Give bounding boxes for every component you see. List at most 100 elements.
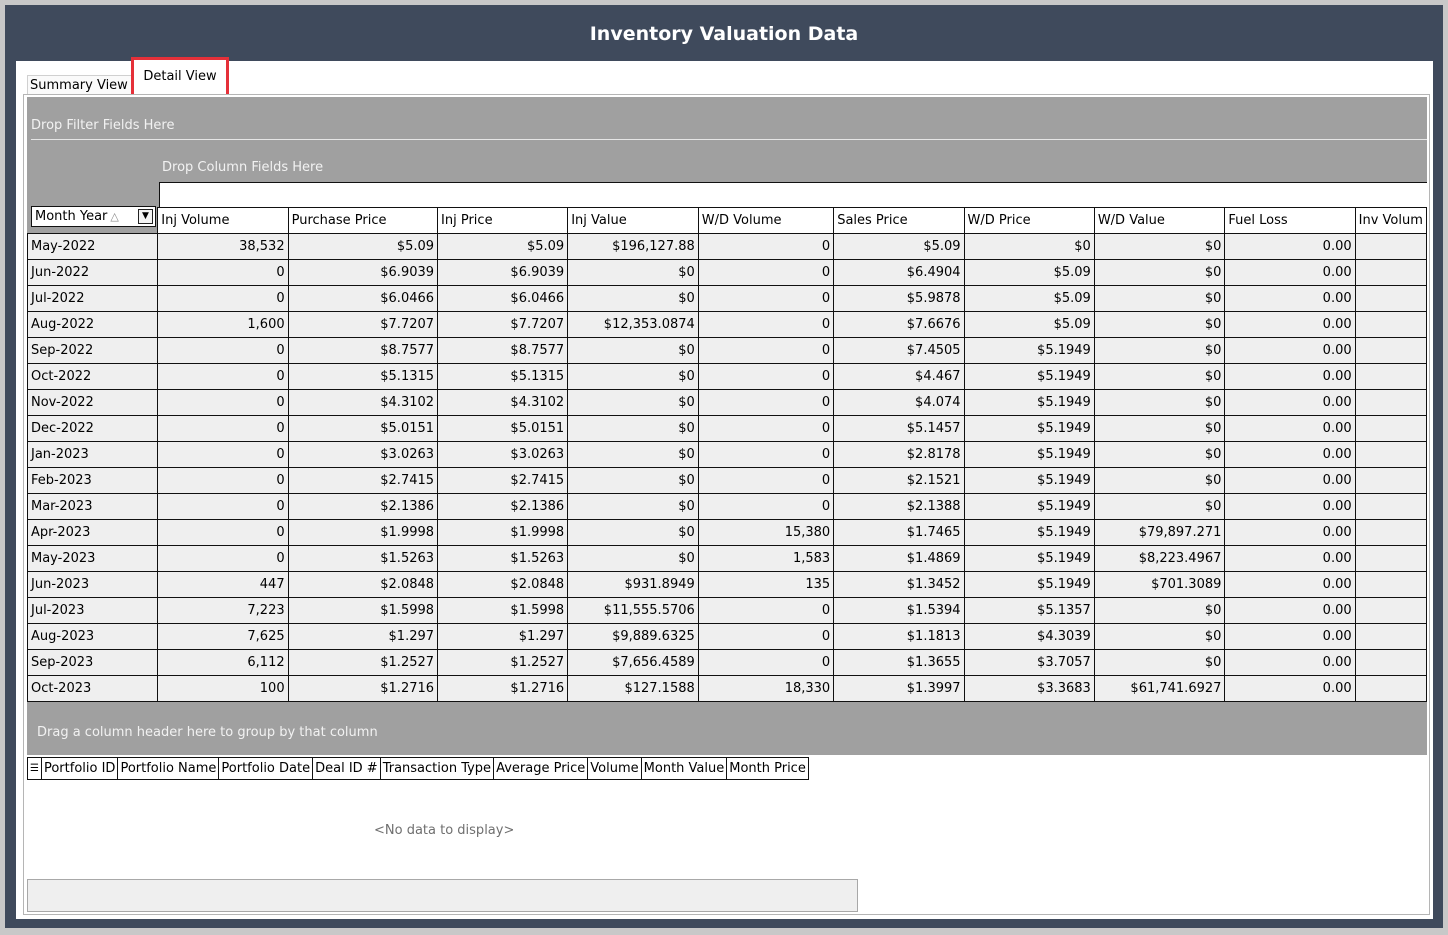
table-cell[interactable]: $0 (567, 493, 699, 520)
table-cell[interactable]: $2.1386 (287, 493, 439, 520)
table-cell[interactable]: 0 (697, 389, 835, 416)
table-cell[interactable]: $2.1521 (833, 467, 965, 494)
table-cell[interactable]: $5.1315 (437, 363, 569, 390)
row-header[interactable]: Sep-2023 (27, 649, 159, 676)
table-cell[interactable]: 15,380 (697, 519, 835, 546)
table-cell[interactable] (1354, 415, 1427, 442)
table-cell[interactable]: $4.3102 (437, 389, 569, 416)
column-header[interactable]: Purchase Price (287, 207, 439, 234)
table-cell[interactable]: $4.3039 (963, 623, 1095, 650)
table-cell[interactable]: $79,897.271 (1093, 519, 1226, 546)
table-cell[interactable]: $196,127.88 (567, 233, 699, 260)
table-cell[interactable]: $1.2527 (437, 649, 569, 676)
table-cell[interactable]: $6.9039 (287, 259, 439, 286)
table-cell[interactable]: 0 (697, 415, 835, 442)
row-header[interactable]: Mar-2023 (27, 493, 159, 520)
row-header[interactable]: Apr-2023 (27, 519, 159, 546)
table-cell[interactable]: $5.09 (287, 233, 439, 260)
row-header[interactable]: Jul-2023 (27, 597, 159, 624)
row-header[interactable]: Aug-2023 (27, 623, 159, 650)
table-cell[interactable]: 18,330 (697, 675, 835, 702)
table-cell[interactable]: 0.00 (1224, 571, 1356, 598)
table-cell[interactable]: $5.1949 (963, 545, 1095, 572)
table-cell[interactable] (1354, 519, 1427, 546)
table-cell[interactable]: $1.9998 (437, 519, 569, 546)
table-cell[interactable]: $0 (1093, 311, 1226, 338)
column-header[interactable]: W/D Value (1093, 207, 1226, 234)
table-cell[interactable]: 0 (697, 493, 835, 520)
table-cell[interactable]: $6.4904 (833, 259, 965, 286)
table-cell[interactable]: 1,600 (157, 311, 289, 338)
table-cell[interactable]: $0 (567, 389, 699, 416)
table-cell[interactable]: $4.3102 (287, 389, 439, 416)
row-header[interactable]: Nov-2022 (27, 389, 159, 416)
table-cell[interactable]: 0 (157, 441, 289, 468)
table-cell[interactable]: $1.297 (287, 623, 439, 650)
table-cell[interactable]: 0 (157, 519, 289, 546)
table-cell[interactable]: $1.5394 (833, 597, 965, 624)
table-cell[interactable]: $0 (567, 415, 699, 442)
table-cell[interactable]: $3.0263 (287, 441, 439, 468)
table-cell[interactable]: $12,353.0874 (567, 311, 699, 338)
table-cell[interactable]: $5.1315 (287, 363, 439, 390)
table-cell[interactable]: 0 (697, 337, 835, 364)
table-cell[interactable]: $5.1949 (963, 415, 1095, 442)
table-cell[interactable]: 1,583 (697, 545, 835, 572)
table-cell[interactable]: $0 (567, 519, 699, 546)
table-cell[interactable]: 0 (157, 545, 289, 572)
row-header[interactable]: Oct-2022 (27, 363, 159, 390)
table-cell[interactable] (1354, 493, 1427, 520)
table-cell[interactable]: 38,532 (157, 233, 289, 260)
row-header[interactable]: Feb-2023 (27, 467, 159, 494)
table-cell[interactable]: $0 (1093, 415, 1226, 442)
table-cell[interactable]: 0 (697, 441, 835, 468)
table-cell[interactable] (1354, 649, 1427, 676)
table-cell[interactable]: $0 (963, 233, 1095, 260)
table-cell[interactable]: 0 (157, 467, 289, 494)
table-cell[interactable]: 0 (157, 415, 289, 442)
detail-column-header[interactable]: Transaction Type (379, 757, 495, 780)
table-cell[interactable]: $0 (1093, 597, 1226, 624)
table-cell[interactable]: $7.4505 (833, 337, 965, 364)
table-cell[interactable]: 135 (697, 571, 835, 598)
table-cell[interactable]: 0.00 (1224, 623, 1356, 650)
table-cell[interactable]: $0 (1093, 363, 1226, 390)
table-cell[interactable] (1354, 233, 1427, 260)
table-cell[interactable]: 0.00 (1224, 337, 1356, 364)
table-cell[interactable]: 0.00 (1224, 493, 1356, 520)
table-cell[interactable]: 0 (157, 493, 289, 520)
row-header[interactable]: May-2022 (27, 233, 159, 260)
table-cell[interactable]: $5.0151 (437, 415, 569, 442)
table-cell[interactable]: $2.7415 (437, 467, 569, 494)
table-cell[interactable]: $8.7577 (287, 337, 439, 364)
table-cell[interactable]: $5.09 (437, 233, 569, 260)
table-cell[interactable]: 0 (697, 467, 835, 494)
table-cell[interactable]: 0.00 (1224, 441, 1356, 468)
table-cell[interactable]: 0 (697, 233, 835, 260)
table-cell[interactable]: $6.0466 (287, 285, 439, 312)
detail-column-header[interactable]: Month Value (640, 757, 728, 780)
detail-column-header[interactable]: Portfolio Name (117, 757, 220, 780)
table-cell[interactable]: 0 (157, 389, 289, 416)
table-cell[interactable]: $0 (567, 467, 699, 494)
table-cell[interactable]: $1.5263 (437, 545, 569, 572)
row-header[interactable]: Jan-2023 (27, 441, 159, 468)
table-cell[interactable] (1354, 675, 1427, 702)
table-cell[interactable]: $0 (1093, 389, 1226, 416)
table-cell[interactable]: 7,625 (157, 623, 289, 650)
column-header[interactable]: Inj Value (567, 207, 699, 234)
table-cell[interactable]: $2.7415 (287, 467, 439, 494)
table-cell[interactable]: 0 (697, 285, 835, 312)
table-cell[interactable]: $5.9878 (833, 285, 965, 312)
table-cell[interactable]: $11,555.5706 (567, 597, 699, 624)
table-cell[interactable]: $7.6676 (833, 311, 965, 338)
table-cell[interactable] (1354, 363, 1427, 390)
column-header[interactable]: Inj Volume (157, 207, 289, 234)
table-cell[interactable]: $1.297 (437, 623, 569, 650)
table-cell[interactable]: $1.1813 (833, 623, 965, 650)
table-cell[interactable]: $6.0466 (437, 285, 569, 312)
table-cell[interactable]: $0 (567, 441, 699, 468)
table-cell[interactable]: $0 (567, 259, 699, 286)
table-cell[interactable] (1354, 389, 1427, 416)
table-cell[interactable]: 0.00 (1224, 545, 1356, 572)
